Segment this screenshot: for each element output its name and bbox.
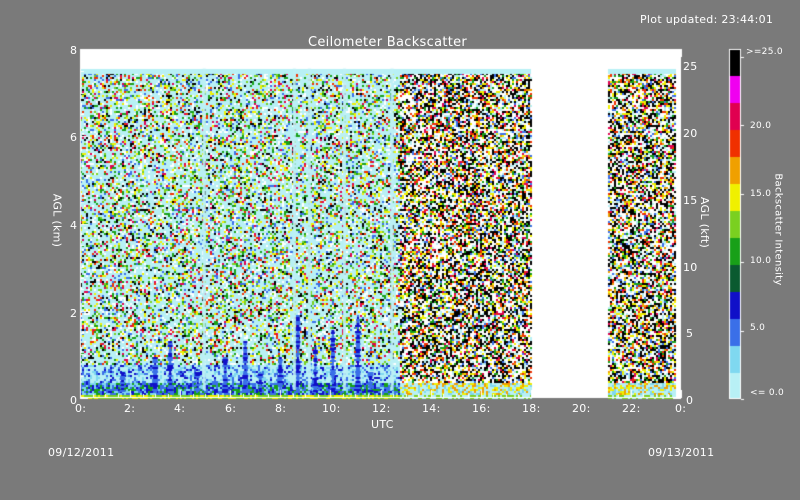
colorbar-tick-5: 5.0	[750, 323, 766, 333]
y-left-tick-8: 8	[70, 44, 78, 57]
ceilometer-heatmap-canvas	[0, 0, 800, 500]
x-tick-10: 10:	[322, 402, 341, 415]
x-tick-0: 0:	[75, 402, 87, 415]
colorbar-tick-25: >=25.0	[746, 47, 783, 57]
plot-updated-label: Plot updated: 23:44:01	[640, 13, 774, 26]
colorbar-tick-15: 15.0	[750, 189, 772, 199]
x-tick-12: 12:	[372, 402, 391, 415]
x-tick-16: 16:	[472, 402, 491, 415]
y-right-tick-20: 20	[683, 127, 698, 140]
x-tick-22: 22:	[622, 402, 641, 415]
date-left: 09/12/2011	[48, 446, 115, 459]
y-left-tick-4: 4	[70, 219, 78, 232]
x-tick-6: 6:	[225, 402, 237, 415]
colorbar-label: Backscatter Intensity	[772, 173, 784, 286]
x-tick-20: 20:	[572, 402, 591, 415]
colorbar-tick-20: 20.0	[750, 121, 772, 131]
date-right: 09/13/2011	[648, 446, 715, 459]
y-right-tick-5: 5	[686, 327, 694, 340]
y-right-tick-25: 25	[683, 60, 698, 73]
x-tick-4: 4:	[174, 402, 186, 415]
chart-title: Ceilometer Backscatter	[308, 35, 468, 50]
colorbar-tick-10: 10.0	[750, 256, 772, 266]
y-right-axis-label: AGL (kft)	[698, 196, 712, 249]
x-tick-8: 8:	[275, 402, 287, 415]
x-tick-18: 18:	[522, 402, 541, 415]
y-left-tick-2: 2	[70, 307, 78, 320]
x-tick-2: 2:	[124, 402, 136, 415]
y-right-tick-10: 10	[683, 261, 698, 274]
x-tick-14: 14:	[422, 402, 441, 415]
x-axis-label: UTC	[371, 418, 394, 431]
y-left-tick-6: 6	[70, 131, 78, 144]
colorbar-tick-0: <= 0.0	[750, 388, 785, 398]
y-left-axis-label: AGL (km)	[50, 193, 64, 248]
x-tick-24: 0:	[675, 402, 687, 415]
y-right-tick-0: 0	[686, 394, 694, 407]
y-right-tick-15: 15	[683, 194, 698, 207]
